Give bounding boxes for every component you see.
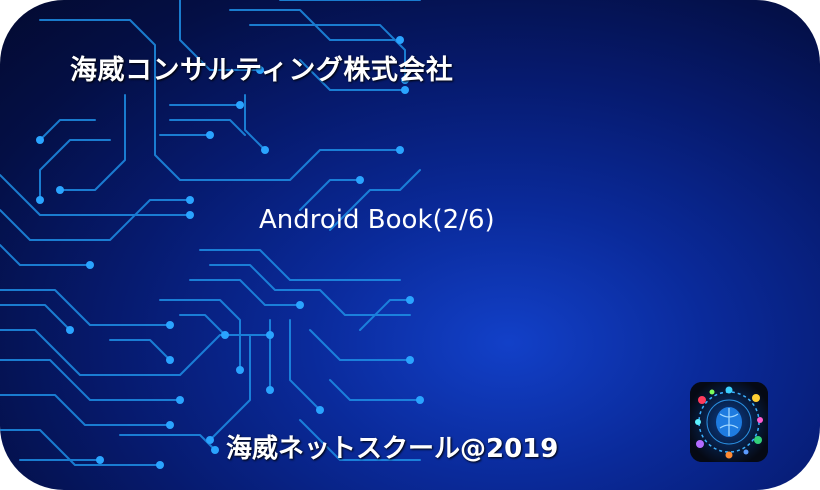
brain-circuit-icon: [690, 382, 768, 462]
footer-text: 海威ネットスクール@2019: [226, 434, 559, 464]
book-title: Android Book(2/6): [259, 205, 495, 235]
cover-card: 海威コンサルティング株式会社 Android Book(2/6) 海威ネットスク…: [0, 0, 820, 490]
company-name: 海威コンサルティング株式会社: [70, 55, 454, 86]
